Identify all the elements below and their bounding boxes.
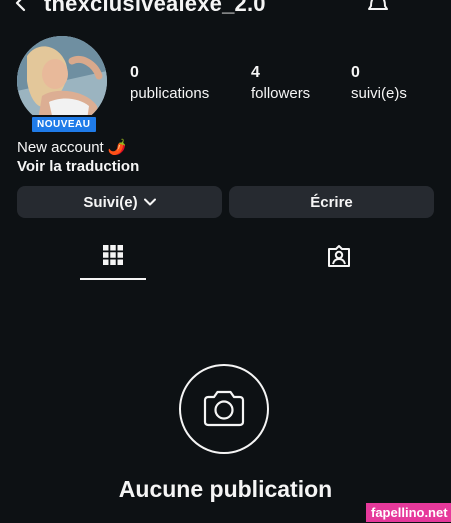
new-badge: NOUVEAU (30, 115, 98, 134)
tab-grid[interactable] (80, 236, 146, 280)
camera-icon (203, 390, 245, 427)
stat-followers[interactable]: 4 followers (251, 64, 310, 105)
stat-publications-value: 0 (130, 64, 139, 81)
chevron-down-icon (143, 198, 156, 206)
tab-tagged[interactable] (305, 236, 371, 278)
stat-followers-value: 4 (251, 64, 260, 81)
message-button-label: Écrire (310, 193, 353, 211)
top-bar: thexclusivealexe_2.0 (0, 0, 451, 18)
bell-icon[interactable] (366, 0, 390, 14)
message-button[interactable]: Écrire (229, 186, 434, 218)
stat-following-value: 0 (351, 64, 360, 81)
more-horizontal-icon[interactable] (405, 0, 431, 8)
avatar[interactable] (17, 36, 107, 126)
chevron-left-icon[interactable] (12, 0, 30, 12)
empty-state-camera (179, 364, 269, 454)
stat-following[interactable]: 0 suivi(e)s (351, 64, 407, 105)
tagged-icon (328, 245, 350, 267)
following-button[interactable]: Suivi(e) (17, 186, 222, 218)
translate-link[interactable]: Voir la traduction (17, 157, 139, 176)
stat-publications-label: publications (130, 85, 210, 102)
profile-bio: New account 🌶️ (17, 139, 127, 156)
watermark: fapellino.net (366, 503, 451, 522)
stat-publications: 0 publications (130, 64, 209, 105)
grid-icon (103, 245, 123, 265)
profile-username: thexclusivealexe_2.0 (44, 0, 266, 16)
following-button-label: Suivi(e) (83, 193, 138, 211)
stat-followers-label: followers (251, 85, 311, 102)
stat-following-label: suivi(e)s (351, 85, 407, 102)
empty-state-title: Aucune publication (118, 476, 333, 502)
